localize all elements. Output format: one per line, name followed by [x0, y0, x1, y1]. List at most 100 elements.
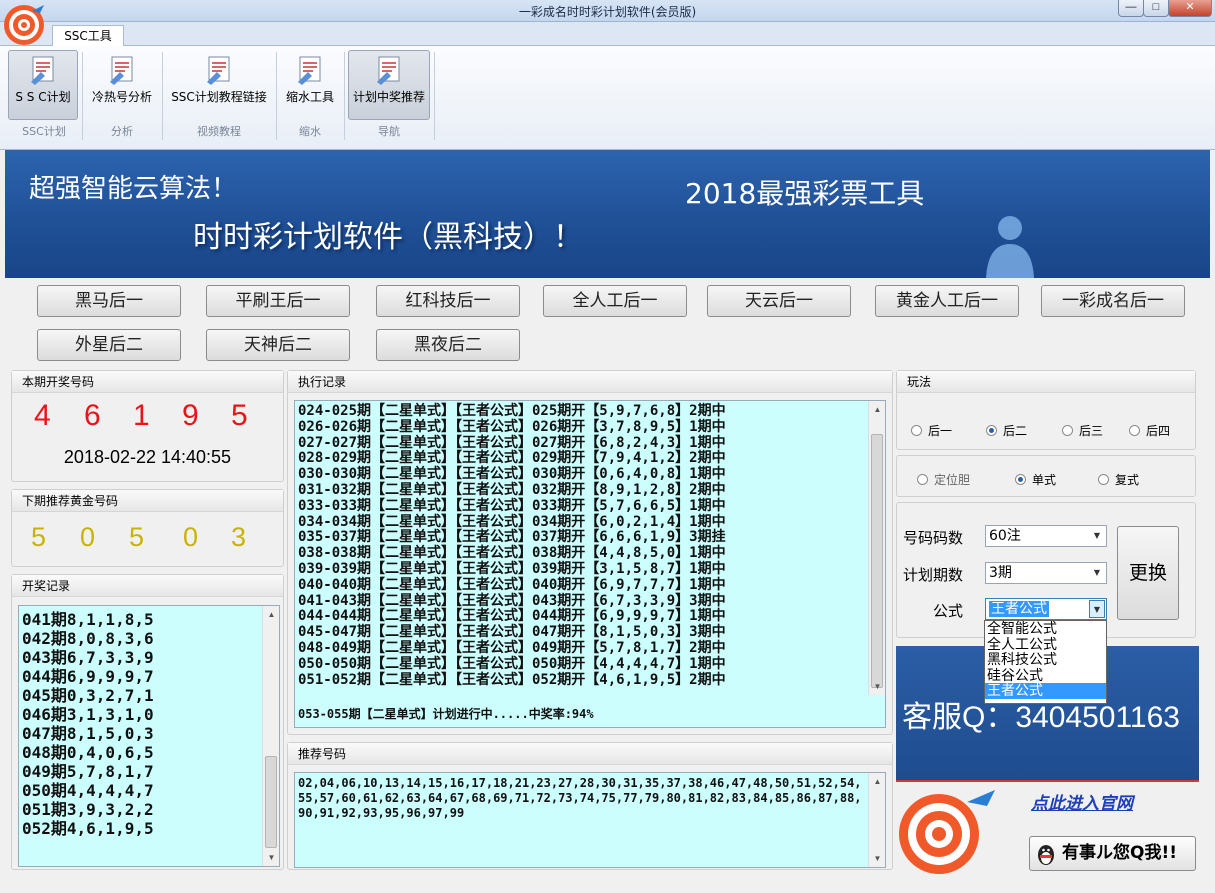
- close-button[interactable]: ✕: [1168, 0, 1212, 17]
- scroll-down-arrow-icon[interactable]: ▼: [869, 678, 886, 695]
- radio-danshi[interactable]: 单式: [1015, 471, 1056, 488]
- current-digit: 6: [84, 399, 101, 432]
- ribbon-separator: [434, 52, 435, 140]
- scroll-thumb[interactable]: [265, 756, 277, 848]
- chevron-down-icon[interactable]: ▼: [1089, 527, 1105, 545]
- plan-win-recommend-button[interactable]: 计划中奖推荐: [348, 50, 430, 120]
- plan-button-hongkeji[interactable]: 红科技后一: [376, 285, 520, 317]
- exec-log-lines: 024-025期【二星单式】【王者公式】025期开【5,9,7,6,8】2期中 0…: [298, 403, 726, 688]
- app-logo-large-icon: [899, 790, 995, 874]
- dropdown-option[interactable]: 全人工公式: [985, 636, 1106, 653]
- radio-hou-yi[interactable]: 后一: [911, 422, 952, 439]
- shrink-tool-button[interactable]: 缩水工具: [280, 50, 340, 120]
- maximize-button[interactable]: □: [1143, 0, 1169, 17]
- app-logo-icon[interactable]: [2, 1, 48, 47]
- radio-hou-er[interactable]: 后二: [986, 422, 1027, 439]
- dropdown-option[interactable]: 硅谷公式: [985, 667, 1106, 684]
- chevron-down-icon[interactable]: ▼: [1089, 600, 1105, 618]
- draw-history-title: 开奖记录: [12, 575, 283, 597]
- radio-circle-icon: [1129, 425, 1140, 436]
- recommended-numbers-text: 02,04,06,10,13,14,15,16,17,18,21,23,27,2…: [298, 776, 862, 820]
- plan-button-yicaichengming[interactable]: 一彩成名后一: [1041, 285, 1185, 317]
- ssc-tutorial-link-label: SSC计划教程链接: [171, 90, 267, 104]
- radio-hou-san[interactable]: 后三: [1062, 422, 1103, 439]
- exec-log-line: 040-040期【二星单式】【王者公式】040期开【6,9,7,7,7】1期中: [298, 576, 726, 593]
- exec-log-line: 045-047期【二星单式】【王者公式】047期开【8,1,5,0,3】3期中: [298, 624, 726, 641]
- history-item: 046期3,1,3,1,0: [22, 705, 154, 724]
- period-select[interactable]: 3期 ▼: [985, 562, 1107, 584]
- hot-cold-analysis-button[interactable]: 冷热号分析: [86, 50, 158, 120]
- group-analysis: 分析: [111, 125, 133, 138]
- exec-log-line: 044-044期【二星单式】【王者公式】044期开【6,9,9,9,7】1期中: [298, 608, 726, 625]
- formula-dropdown-list: 全智能公式 全人工公式 黑科技公式 硅谷公式 王者公式: [984, 620, 1107, 704]
- contact-qq-button[interactable]: 有事ル您Q我!!: [1029, 836, 1196, 871]
- plan-button-tianshen[interactable]: 天神后二: [206, 329, 350, 361]
- minimize-button[interactable]: —: [1118, 0, 1144, 17]
- exec-log-box[interactable]: 024-025期【二星单式】【王者公式】025期开【5,9,7,6,8】2期中 0…: [294, 400, 886, 728]
- period-value: 3期: [989, 565, 1012, 581]
- scroll-up-arrow-icon[interactable]: ▲: [869, 401, 886, 418]
- exec-log-panel: 执行记录 024-025期【二星单式】【王者公式】025期开【5,9,7,6,8…: [287, 370, 893, 735]
- exec-log-line: 030-030期【二星单式】【王者公式】030期开【0,6,4,0,8】1期中: [298, 466, 726, 483]
- swap-button[interactable]: 更换: [1117, 526, 1179, 620]
- exec-log-line: 039-039期【二星单式】【王者公式】039期开【3,1,5,8,7】1期中: [298, 560, 726, 577]
- bet-type-panel: 定位胆 单式 复式: [896, 455, 1196, 497]
- scroll-up-arrow-icon[interactable]: ▲: [263, 606, 280, 623]
- history-item: 045期0,3,2,7,1: [22, 686, 154, 705]
- official-site-link[interactable]: 点此进入官网: [1031, 789, 1133, 814]
- title-bar: 一彩成名时时彩计划软件(会员版) — □ ✕: [0, 0, 1215, 22]
- banner-slogan: 超强智能云算法！: [29, 174, 238, 204]
- history-item: 050期4,4,4,4,7: [22, 781, 154, 800]
- history-scrollbar[interactable]: ▲ ▼: [262, 606, 279, 866]
- draw-history-list[interactable]: 041期8,1,1,8,5 042期8,0,8,3,6 043期6,7,3,3,9 0…: [18, 605, 280, 867]
- ssc-plan-button[interactable]: S S C计划: [8, 50, 78, 120]
- play-mode-panel: 玩法 后一 后二 后三 后四: [896, 370, 1196, 450]
- current-draw-title: 本期开奖号码: [12, 371, 283, 393]
- scroll-up-arrow-icon[interactable]: ▲: [869, 773, 886, 790]
- exec-log-scrollbar[interactable]: ▲ ▼: [868, 401, 885, 695]
- ssc-tutorial-link-button[interactable]: SSC计划教程链接: [166, 50, 272, 120]
- tab-ssc-tools[interactable]: SSC工具: [52, 25, 124, 47]
- plan-button-tianyun[interactable]: 天云后一: [707, 285, 851, 317]
- dropdown-option-selected[interactable]: 王者公式: [985, 683, 1106, 699]
- radio-label: 后一: [928, 424, 953, 438]
- ribbon-separator: [162, 52, 163, 140]
- count-select[interactable]: 60注 ▼: [985, 525, 1107, 547]
- plan-win-recommend-label: 计划中奖推荐: [352, 90, 425, 104]
- radio-dingweidan[interactable]: 定位胆: [917, 471, 970, 488]
- radio-fushi[interactable]: 复式: [1098, 471, 1139, 488]
- plan-button-quanrengong[interactable]: 全人工后一: [543, 285, 687, 317]
- next-recommend-title: 下期推荐黄金号码: [12, 490, 283, 512]
- current-digit: 4: [34, 399, 51, 432]
- banner-headline: 时时彩计划软件（黑科技）！: [193, 220, 583, 255]
- next-recommend-panel: 下期推荐黄金号码 5 0 5 0 3: [11, 489, 284, 567]
- dropdown-option[interactable]: 黑科技公式: [985, 652, 1106, 668]
- radio-label: 复式: [1115, 473, 1140, 487]
- scroll-thumb[interactable]: [871, 434, 883, 688]
- ribbon-separator: [82, 52, 83, 140]
- plan-button-huangjin[interactable]: 黄金人工后一: [875, 285, 1019, 317]
- current-draw-time: 2018-02-22 14:40:55: [63, 447, 232, 467]
- formula-label: 公式: [933, 602, 964, 620]
- plan-button-heiye[interactable]: 黑夜后二: [376, 329, 520, 361]
- scroll-down-arrow-icon[interactable]: ▼: [263, 849, 280, 866]
- hot-cold-analysis-label: 冷热号分析: [91, 90, 152, 104]
- chevron-down-icon[interactable]: ▼: [1089, 564, 1105, 582]
- dropdown-option[interactable]: 全智能公式: [985, 621, 1106, 637]
- exec-log-line: 050-050期【二星单式】【王者公式】050期开【4,4,4,4,7】1期中: [298, 655, 726, 672]
- radio-label: 后三: [1079, 424, 1104, 438]
- radio-hou-si[interactable]: 后四: [1129, 422, 1170, 439]
- scroll-down-arrow-icon[interactable]: ▼: [869, 850, 886, 867]
- shrink-tool-icon: [298, 56, 321, 85]
- recommended-numbers-box[interactable]: 02,04,06,10,13,14,15,16,17,18,21,23,27,2…: [294, 772, 886, 868]
- exec-log-line: 038-038期【二星单式】【王者公式】038期开【4,4,8,5,0】1期中: [298, 545, 726, 562]
- group-ssc-plan: SSC计划: [22, 125, 66, 138]
- plan-button-pingshuawang[interactable]: 平刷王后一: [206, 285, 350, 317]
- count-label: 号码码数: [903, 529, 964, 547]
- plan-button-waixing[interactable]: 外星后二: [37, 329, 181, 361]
- plan-button-heima[interactable]: 黑马后一: [37, 285, 181, 317]
- exec-log-line: 035-037期【二星单式】【王者公式】037期开【6,6,6,1,9】3期挂: [298, 529, 726, 546]
- rec-scrollbar[interactable]: ▲ ▼: [868, 773, 885, 867]
- recommended-numbers-title: 推荐号码: [288, 743, 892, 765]
- formula-select[interactable]: 王者公式 ▼: [985, 598, 1107, 620]
